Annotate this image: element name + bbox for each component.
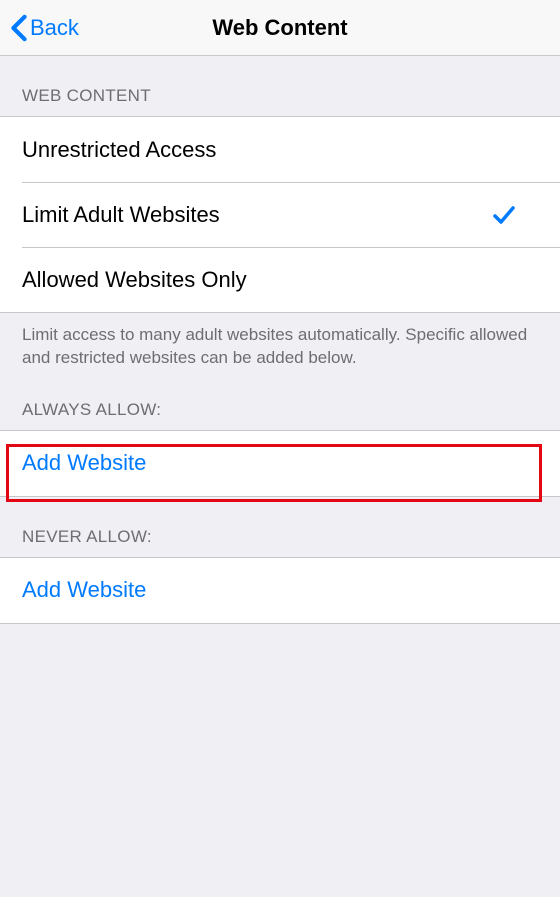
always-allow-group: Add Website [0, 430, 560, 497]
section-header-web-content: WEB CONTENT [0, 56, 560, 116]
section-footer-web-content: Limit access to many adult websites auto… [0, 313, 560, 370]
option-limit-adult-websites[interactable]: Limit Adult Websites [22, 182, 560, 247]
never-allow-group: Add Website [0, 557, 560, 624]
checkmark-icon [492, 204, 516, 226]
add-website-label: Add Website [22, 450, 146, 476]
option-label: Allowed Websites Only [22, 267, 247, 293]
add-website-always-allow[interactable]: Add Website [0, 431, 560, 496]
add-website-never-allow[interactable]: Add Website [0, 558, 560, 623]
section-header-never-allow: NEVER ALLOW: [0, 497, 560, 557]
page-title: Web Content [212, 15, 347, 41]
web-content-options-group: Unrestricted Access Limit Adult Websites… [0, 116, 560, 313]
add-website-label: Add Website [22, 577, 146, 603]
option-unrestricted-access[interactable]: Unrestricted Access [0, 117, 560, 182]
section-header-always-allow: ALWAYS ALLOW: [0, 370, 560, 430]
chevron-left-icon [10, 14, 28, 42]
nav-header: Back Web Content [0, 0, 560, 56]
back-label: Back [30, 15, 79, 41]
back-button[interactable]: Back [0, 14, 79, 42]
option-label: Limit Adult Websites [22, 202, 220, 228]
option-label: Unrestricted Access [22, 137, 216, 163]
option-allowed-websites-only[interactable]: Allowed Websites Only [22, 247, 560, 312]
